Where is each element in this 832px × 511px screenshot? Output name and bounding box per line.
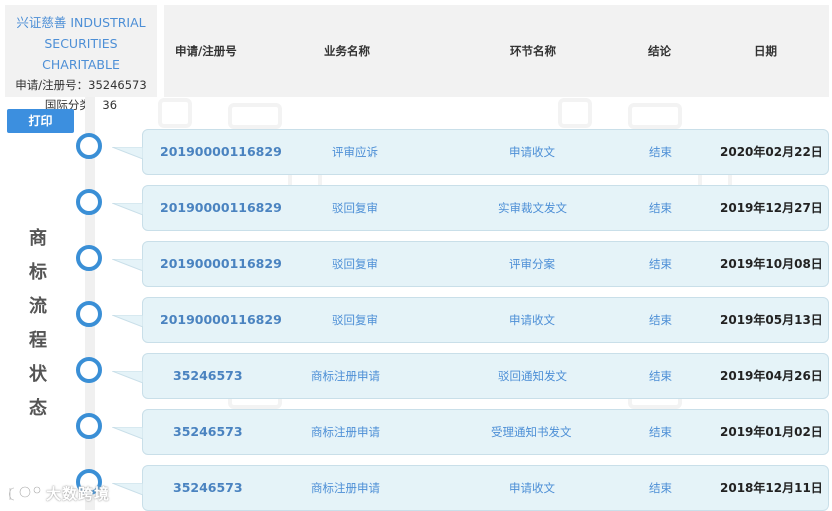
record-row: 35246573 商标注册申请 驳回通知发文 结束 2019年04月26日: [112, 353, 829, 399]
record-result: 结束: [649, 481, 672, 495]
record-result: 结束: [649, 201, 672, 215]
record-business: 驳回复审: [332, 201, 378, 215]
record-date: 2019年12月27日: [720, 201, 823, 215]
heading-char: 状: [29, 364, 47, 385]
record-row: 20190000116829 驳回复审 评审分案 结束 2019年10月08日: [112, 241, 829, 287]
record-appno-link[interactable]: 20190000116829: [160, 186, 282, 230]
record-appno-link[interactable]: 35246573: [173, 354, 243, 398]
record-appno-link[interactable]: 20190000116829: [160, 130, 282, 174]
card-pointer: [112, 371, 143, 383]
card-pointer: [112, 259, 143, 271]
table-header: 申请/注册号 业务名称 环节名称 结论 日期: [164, 5, 829, 97]
record-date: 2019年10月08日: [720, 257, 823, 271]
card-pointer: [112, 483, 143, 495]
timeline-node: [76, 189, 102, 215]
record-date: 2019年05月13日: [720, 313, 823, 327]
record-step: 评审分案: [509, 257, 555, 271]
record-date: 2018年12月11日: [720, 481, 823, 495]
record-step: 驳回通知发文: [498, 369, 567, 383]
applicant-name-line1: 兴证慈善 INDUSTRIAL: [16, 15, 146, 30]
trademark-info-panel: 兴证慈善 INDUSTRIAL SECURITIES CHARITABLE 申请…: [5, 5, 157, 112]
record-result: 结束: [649, 369, 672, 383]
registration-number: 申请/注册号：35246573: [15, 78, 147, 92]
trademark-process-status-heading: 商 标 流 程 状 态: [25, 222, 51, 426]
card-pointer: [112, 315, 143, 327]
header-appno: 申请/注册号: [175, 44, 237, 58]
record-row: 35246573 商标注册申请 申请收文 结束 2018年12月11日: [112, 465, 829, 511]
timeline-node: [76, 357, 102, 383]
record-row: 35246573 商标注册申请 受理通知书发文 结束 2019年01月02日: [112, 409, 829, 455]
record-business: 商标注册申请: [311, 481, 380, 495]
watermark-text: 大数跨境: [46, 485, 111, 503]
record-row: 20190000116829 驳回复审 实审裁文发文 结束 2019年12月27…: [112, 185, 829, 231]
record-appno-link[interactable]: 35246573: [173, 466, 243, 510]
record-step: 申请收文: [509, 313, 555, 327]
record-result: 结束: [649, 145, 672, 159]
timeline-node: [76, 245, 102, 271]
record-step: 实审裁文发文: [498, 201, 567, 215]
record-result: 结束: [649, 425, 672, 439]
record-step: 受理通知书发文: [491, 425, 572, 439]
record-appno-link[interactable]: 35246573: [173, 410, 243, 454]
header-date: 日期: [754, 44, 777, 58]
record-date: 2019年04月26日: [720, 369, 823, 383]
heading-char: 流: [29, 296, 47, 317]
card-pointer: [112, 427, 143, 439]
record-row: 20190000116829 评审应诉 申请收文 结束 2020年02月22日: [112, 129, 829, 175]
heading-char: 标: [29, 262, 47, 283]
applicant-name: 兴证慈善 INDUSTRIAL SECURITIES CHARITABLE: [5, 12, 157, 75]
record-business: 驳回复审: [332, 257, 378, 271]
card-pointer: [112, 203, 143, 215]
record-date: 2020年02月22日: [720, 145, 823, 159]
timeline-node: [76, 133, 102, 159]
header-result: 结论: [648, 44, 671, 58]
heading-char: 商: [29, 228, 47, 249]
record-step: 申请收文: [509, 481, 555, 495]
timeline-node: [76, 301, 102, 327]
heading-char: 程: [29, 330, 47, 351]
record-step: 申请收文: [509, 145, 555, 159]
record-result: 结束: [649, 313, 672, 327]
print-button[interactable]: 打印: [7, 109, 74, 133]
card-pointer: [112, 147, 143, 159]
record-result: 结束: [649, 257, 672, 271]
timeline-node: [76, 413, 102, 439]
record-appno-link[interactable]: 20190000116829: [160, 242, 282, 286]
header-business: 业务名称: [324, 44, 370, 58]
record-row: 20190000116829 驳回复审 申请收文 结束 2019年05月13日: [112, 297, 829, 343]
record-business: 驳回复审: [332, 313, 378, 327]
record-business: 评审应诉: [332, 145, 378, 159]
record-date: 2019年01月02日: [720, 425, 823, 439]
record-business: 商标注册申请: [311, 369, 380, 383]
record-business: 商标注册申请: [311, 425, 380, 439]
record-appno-link[interactable]: 20190000116829: [160, 298, 282, 342]
header-step: 环节名称: [510, 44, 556, 58]
heading-char: 态: [29, 398, 47, 419]
applicant-name-line2: SECURITIES CHARITABLE: [42, 36, 120, 72]
